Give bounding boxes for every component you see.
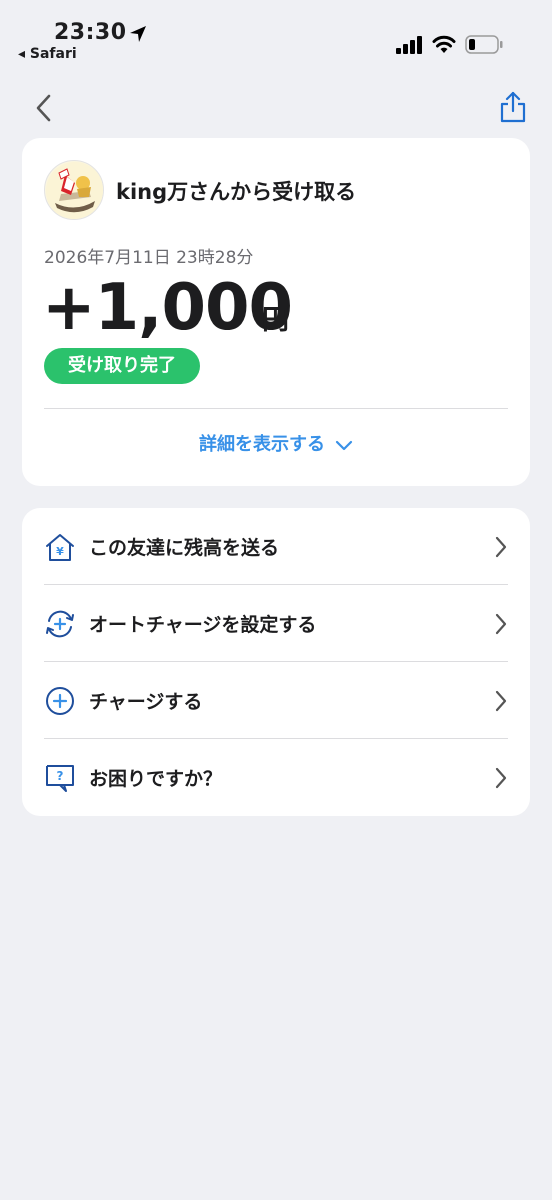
chevron-down-icon <box>335 440 353 451</box>
chevron-right-icon <box>495 690 507 712</box>
auto-charge-row[interactable]: オートチャージを設定する <box>22 585 530 662</box>
location-arrow-icon <box>130 26 146 42</box>
row-label: チャージする <box>89 691 203 713</box>
help-row[interactable]: ? お困りですか？ <box>22 739 530 816</box>
status-bar: 23:30 ◂ Safari <box>0 0 552 70</box>
navigation-bar <box>0 84 552 132</box>
clock: 23:30 <box>54 20 127 45</box>
charge-row[interactable]: チャージする <box>22 662 530 739</box>
send-balance-row[interactable]: ¥ この友達に残高を送る <box>22 508 530 585</box>
svg-text:?: ? <box>57 769 64 783</box>
status-badge: 受け取り完了 <box>44 348 200 384</box>
wifi-icon <box>432 35 456 53</box>
house-yen-icon: ¥ <box>46 534 74 561</box>
row-label: お困りですか？ <box>89 768 223 790</box>
battery-icon <box>465 35 503 54</box>
transaction-date: 2026年7月11日 23時28分 <box>44 248 254 268</box>
sender-title: king万さんから受け取る <box>116 180 357 204</box>
transaction-card: king万さんから受け取る 2026年7月11日 23時28分 +1,000 円… <box>22 138 530 486</box>
chevron-right-icon <box>495 536 507 558</box>
transaction-amount: +1,000 <box>42 271 293 345</box>
currency-label: 円 <box>262 305 289 336</box>
back-to-app-link[interactable]: ◂ Safari <box>18 46 77 62</box>
chevron-right-icon <box>495 767 507 789</box>
cellular-signal-icon <box>396 36 422 54</box>
avatar <box>44 160 104 220</box>
svg-text:¥: ¥ <box>56 545 64 558</box>
actions-card: ¥ この友達に残高を送る オートチャージを設定する チャージする ? お困りです… <box>22 508 530 816</box>
row-label: この友達に残高を送る <box>89 537 280 559</box>
chevron-left-icon[interactable] <box>30 92 58 124</box>
show-details-button[interactable]: 詳細を表示する <box>22 430 530 456</box>
row-label: オートチャージを設定する <box>89 614 317 636</box>
plus-circle-icon <box>46 687 74 715</box>
divider <box>44 408 508 409</box>
chevron-right-icon <box>495 613 507 635</box>
share-icon[interactable] <box>498 90 528 124</box>
show-details-label: 詳細を表示する <box>199 434 325 455</box>
help-bubble-icon: ? <box>46 765 74 792</box>
auto-charge-icon <box>46 610 74 638</box>
avatar-image <box>46 162 103 219</box>
